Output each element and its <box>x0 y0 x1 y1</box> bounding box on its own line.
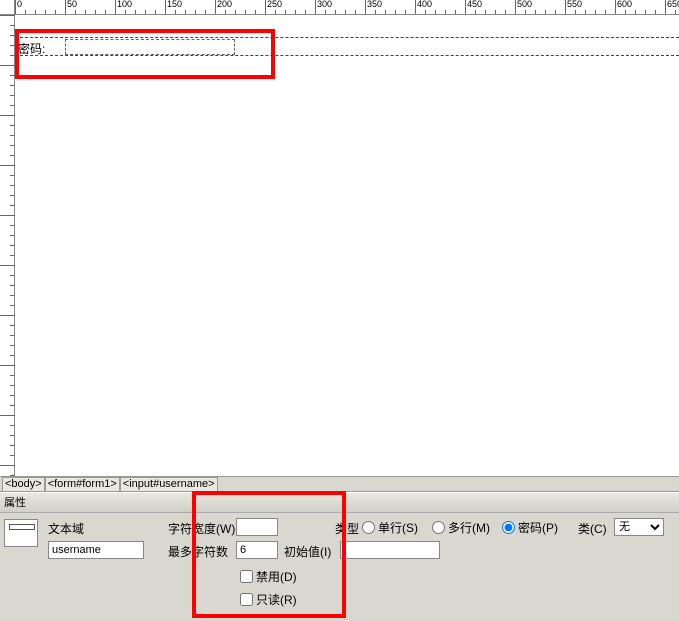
breadcrumb-item[interactable]: <form#form1> <box>45 477 120 492</box>
char-width-label: 字符宽度(W) <box>168 520 235 537</box>
highlight-box-1 <box>15 29 275 79</box>
radio-password[interactable]: 密码(P) <box>502 519 558 536</box>
max-chars-label: 最多字符数 <box>168 543 228 560</box>
breadcrumb-item[interactable]: <body> <box>2 477 45 492</box>
class-label: 类(C) <box>578 520 607 537</box>
radio-multi-label: 多行(M) <box>448 519 490 536</box>
ruler-vertical <box>0 15 15 475</box>
breadcrumb-item[interactable]: <input#username> <box>120 477 218 492</box>
breadcrumb[interactable]: <body><form#form1><input#username> <box>0 476 679 492</box>
radio-single-label: 单行(S) <box>378 519 418 536</box>
radio-multi-line[interactable]: 多行(M) <box>432 519 490 536</box>
field-name-input[interactable] <box>48 541 144 559</box>
type-label: 类型 <box>335 520 359 537</box>
max-chars-input[interactable] <box>236 541 278 559</box>
properties-title: 属性 <box>0 493 679 513</box>
checkbox-disabled[interactable]: 禁用(D) <box>240 568 297 585</box>
char-width-input[interactable] <box>236 518 278 536</box>
field-type-label: 文本域 <box>48 520 84 537</box>
properties-panel: 属性 文本域 字符宽度(W) 最多字符数 初始值(I) 类型 单行(S) 多行(… <box>0 492 679 621</box>
initial-value-input[interactable] <box>340 541 440 559</box>
radio-password-label: 密码(P) <box>518 519 558 536</box>
design-canvas[interactable]: 密码: <box>15 15 679 475</box>
checkbox-readonly[interactable]: 只读(R) <box>240 591 297 608</box>
ruler-horizontal: 050100150200250300350400450500550600650 <box>15 0 679 15</box>
radio-single-line[interactable]: 单行(S) <box>362 519 418 536</box>
textfield-icon <box>4 519 38 547</box>
checkbox-readonly-label: 只读(R) <box>256 591 297 608</box>
checkbox-disabled-label: 禁用(D) <box>256 568 297 585</box>
class-select[interactable]: 无 <box>614 518 664 536</box>
ruler-corner <box>0 0 15 15</box>
initial-value-label: 初始值(I) <box>284 543 331 560</box>
